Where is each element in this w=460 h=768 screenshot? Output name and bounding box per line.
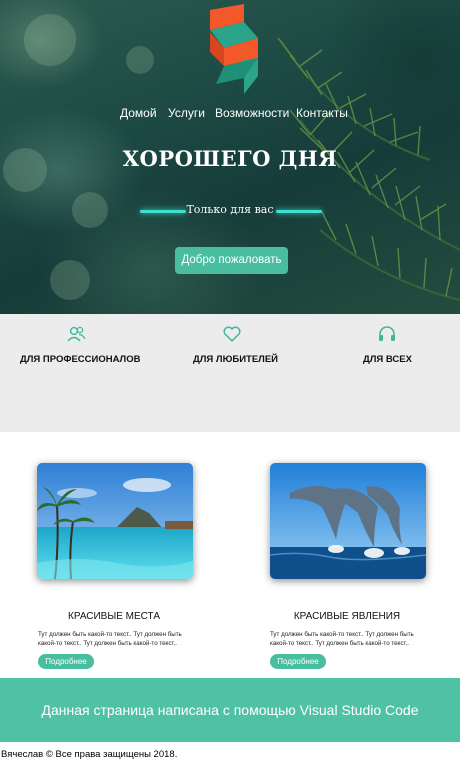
- footer-banner: Данная страница написана с помощью Visua…: [0, 678, 460, 742]
- feature-label: ДЛЯ ВСЕХ: [363, 354, 412, 365]
- tagline-row: Только для вас: [0, 203, 460, 219]
- nav-link-features[interactable]: Возможности: [215, 106, 289, 120]
- card-text: Тут должен быть какой-то текст.. Тут дол…: [270, 631, 414, 647]
- feature-everyone: ДЛЯ ВСЕХ: [310, 314, 460, 374]
- tropical-lagoon-image: [37, 463, 193, 579]
- jumping-dolphins-image: [270, 463, 426, 579]
- welcome-button[interactable]: Добро пожаловать: [175, 247, 288, 274]
- card-text: Тут должен быть какой-то текст.. Тут дол…: [38, 631, 182, 647]
- brand-logo: [210, 4, 258, 94]
- footer-banner-text: Данная страница написана с помощью Visua…: [41, 702, 419, 718]
- tagline-right-line: [276, 210, 322, 213]
- features-section: ДЛЯ ПРОФЕССИОНАЛОВ ДЛЯ ЛЮБИТЕЛЕЙ ДЛЯ ВСЕ…: [0, 314, 460, 432]
- more-button[interactable]: Подробнее: [270, 654, 326, 669]
- headphones-icon: [379, 326, 395, 341]
- card-title: КРАСИВЫЕ ЯВЛЕНИЯ: [293, 611, 401, 622]
- feature-label: ДЛЯ ПРОФЕССИОНАЛОВ: [20, 354, 141, 365]
- cards-section: КРАСИВЫЕ МЕСТА Тут должен быть какой-то …: [0, 432, 460, 678]
- main-nav: Домой Услуги Возможности Контакты: [0, 106, 460, 124]
- copyright-text: Вячеслав © Все права защищены 2018.: [1, 749, 178, 760]
- card-title: КРАСИВЫЕ МЕСТА: [68, 611, 160, 622]
- more-button[interactable]: Подробнее: [38, 654, 94, 669]
- feature-amateurs: ДЛЯ ЛЮБИТЕЛЕЙ: [160, 314, 310, 374]
- hero-title: ХОРОШЕГО ДНЯ: [122, 146, 338, 171]
- heart-icon: [223, 326, 241, 342]
- feature-label: ДЛЯ ЛЮБИТЕЛЕЙ: [193, 354, 278, 365]
- users-icon: [67, 326, 86, 342]
- nav-link-services[interactable]: Услуги: [168, 106, 205, 120]
- hero-tagline: Только для вас: [186, 203, 274, 216]
- feature-professionals: ДЛЯ ПРОФЕССИОНАЛОВ: [0, 314, 150, 374]
- page: Домой Услуги Возможности Контакты ХОРОШЕ…: [0, 0, 460, 768]
- nav-link-home[interactable]: Домой: [120, 106, 157, 120]
- nav-link-contacts[interactable]: Контакты: [296, 106, 348, 120]
- hero-section: Домой Услуги Возможности Контакты ХОРОШЕ…: [0, 0, 460, 314]
